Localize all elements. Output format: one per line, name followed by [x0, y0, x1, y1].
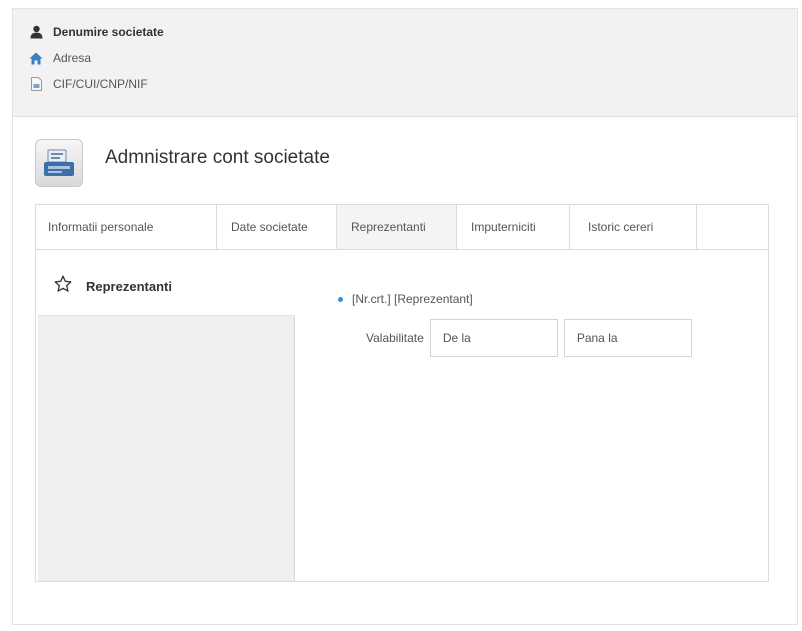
company-address: Adresa — [53, 51, 92, 65]
user-icon — [29, 25, 43, 39]
tab-informatii-personale[interactable]: Informatii personale — [36, 205, 217, 249]
company-name: Denumire societate — [53, 25, 164, 39]
sidebar-item-reprezentanti[interactable]: Reprezentanti — [38, 258, 295, 316]
company-fiscal-row: CIF/CUI/CNP/NIF — [29, 77, 148, 91]
page-header: Admnistrare cont societate — [35, 139, 330, 187]
tab-istoric-cereri[interactable]: Istoric cereri — [570, 205, 697, 249]
validity-row: Valabilitate — [366, 319, 698, 357]
company-header: Denumire societate Adresa CIF/CUI/CNP/NI… — [13, 9, 797, 117]
company-name-row: Denumire societate — [29, 25, 164, 39]
valid-from-field[interactable] — [429, 319, 558, 357]
representative-content: [Nr.crt.] [Reprezentant] Valabilitate — [300, 258, 766, 581]
sidebar: Reprezentanti — [38, 258, 304, 581]
document-icon — [29, 77, 43, 91]
page-title: Admnistrare cont societate — [105, 147, 330, 168]
tab-reprezentanti[interactable]: Reprezentanti — [337, 205, 457, 249]
tab-date-societate[interactable]: Date societate — [217, 205, 337, 249]
tab-imputerniciti[interactable]: Imputerniciti — [457, 205, 570, 249]
star-outline-icon — [54, 275, 72, 298]
bullet-icon — [338, 296, 343, 302]
validity-label: Valabilitate — [366, 331, 424, 345]
valid-to-field[interactable] — [563, 319, 692, 357]
account-admin-icon — [35, 139, 83, 187]
representative-entry: [Nr.crt.] [Reprezentant] — [338, 292, 473, 306]
home-icon — [29, 51, 43, 65]
company-fiscal-id: CIF/CUI/CNP/NIF — [53, 77, 148, 91]
sidebar-item-label: Reprezentanti — [86, 279, 172, 294]
main-frame: Denumire societate Adresa CIF/CUI/CNP/NI… — [12, 8, 798, 625]
account-panel: Informatii personale Date societate Repr… — [35, 204, 769, 582]
representative-label: [Nr.crt.] [Reprezentant] — [352, 292, 473, 306]
tab-bar: Informatii personale Date societate Repr… — [36, 205, 697, 249]
company-address-row: Adresa — [29, 51, 91, 65]
tab-divider — [36, 249, 768, 250]
